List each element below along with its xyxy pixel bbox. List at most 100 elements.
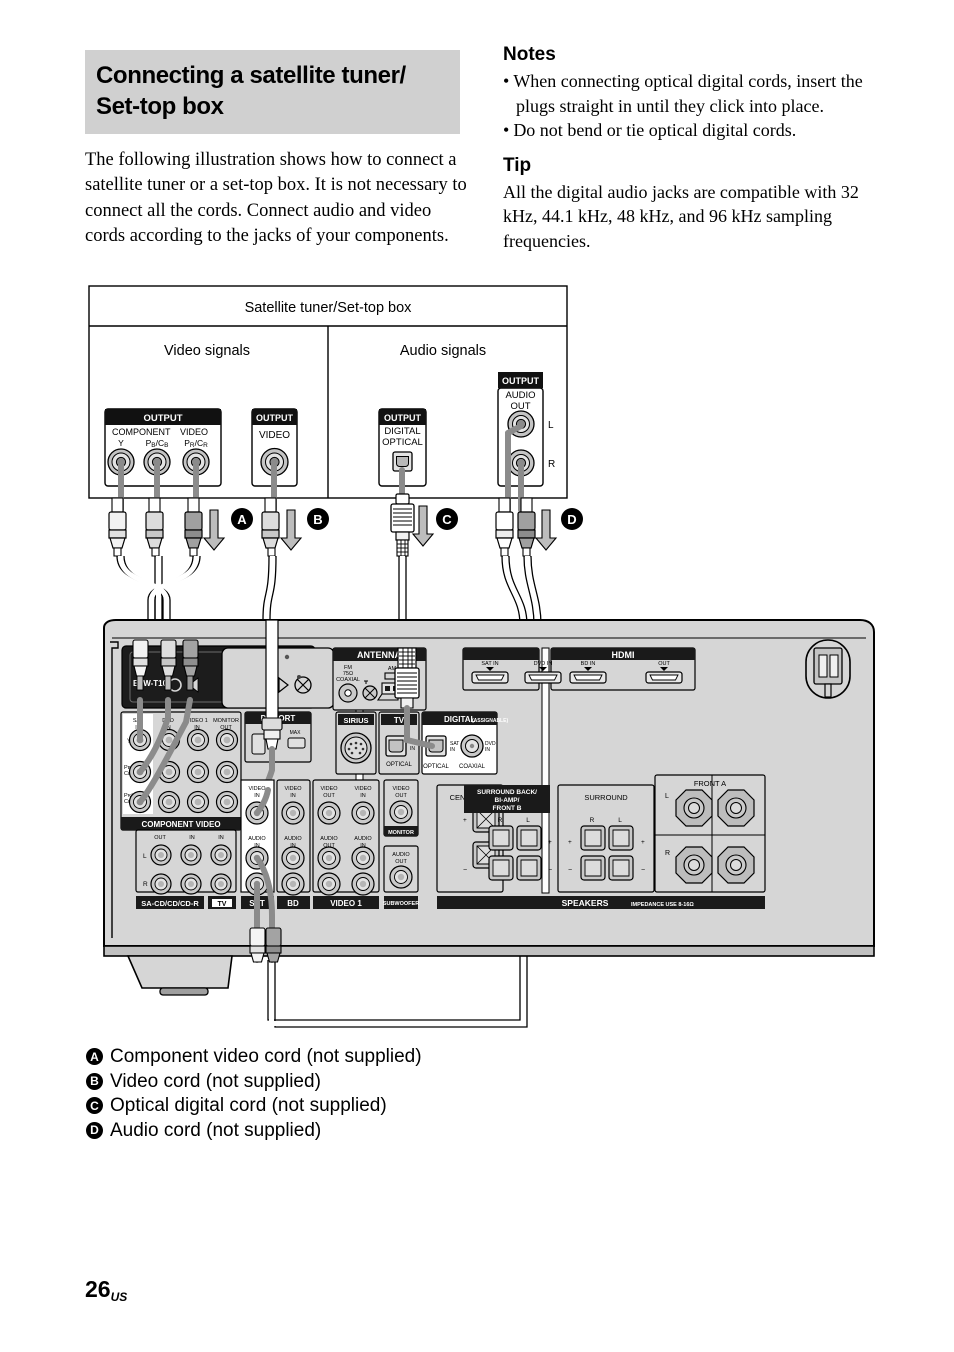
lr-label-l: L (143, 853, 147, 860)
hdmi-port (645, 671, 683, 684)
speaker-terminal (608, 855, 634, 881)
sacd-in-label: IN (189, 835, 195, 841)
cord-badge-c-letter: C (442, 512, 452, 527)
device-title: Satellite tuner/Set-top box (245, 300, 413, 316)
legend-badge-b: B (86, 1072, 103, 1090)
rca-jack (210, 844, 232, 866)
rca-jack-right (507, 449, 535, 477)
bullet-icon: • (503, 71, 510, 91)
ezw-module-slot: EZW-T100 (121, 645, 316, 709)
speakers-impedance: IMPEDANCE USE 8-16Ω (631, 902, 694, 908)
v1-audio-in-label2: IN (360, 843, 366, 849)
right-text-column: Notes • When connecting optical digital c… (503, 44, 883, 253)
surround-back-line1: SURROUND BACK/ (477, 789, 537, 796)
binding-post (717, 846, 755, 884)
cord-badge-d (561, 508, 583, 530)
rca-jack (157, 760, 181, 784)
speaker-plus-3: + (568, 839, 572, 846)
component-video-title: COMPONENT VIDEO (141, 820, 220, 829)
v1-video-out-label: VIDEO (320, 786, 338, 792)
antenna-coaxial: COAXIAL (336, 677, 360, 683)
panel-divider-rail (355, 647, 550, 894)
tuner-cord-stubs (118, 423, 524, 513)
sirius-section: SIRIUS (335, 711, 377, 775)
bd-group-label: BD (287, 899, 299, 908)
jack-label-y: Y (118, 438, 124, 448)
manual-page: Connecting a satellite tuner/ Set-top bo… (0, 0, 954, 1352)
bd-audio-in-label: IN (290, 843, 296, 849)
v1-video-in-label2: IN (360, 793, 366, 799)
cord-plug-video: B (261, 497, 329, 557)
rca-plug-inserted (182, 639, 199, 691)
cv-dvd-label: DVD (162, 718, 174, 724)
surround-back-line3: FRONT B (493, 805, 522, 812)
cv-row-y: Y (127, 739, 131, 745)
speakers-section: CENTER + − SURROUND BACK/ BI-AMP/ FRONT … (436, 774, 766, 909)
rca-plug (184, 497, 203, 557)
intro-paragraph: The following illustration shows how to … (85, 150, 467, 247)
digital-assignable-label: (ASSIGNABLE) (472, 718, 508, 724)
page-title-line2: Set-top box (96, 93, 224, 120)
subwoofer-audio-label: AUDIO (392, 852, 410, 858)
rca-jack (107, 448, 135, 476)
tuner-video-jack-group: OUTPUT VIDEO (251, 408, 298, 487)
rca-jack-left (507, 410, 535, 438)
video-signals-label: Video signals (164, 343, 250, 359)
cord-legend: A Component video cord (not supplied) B … (86, 1045, 606, 1143)
dmport-plug (255, 619, 283, 815)
ezw-label: EZW-T100 (133, 679, 172, 688)
rca-jack (150, 844, 172, 866)
rca-jack (215, 760, 239, 784)
bd-audio-label: AUDIO (284, 836, 302, 842)
insert-arrow-icon (411, 505, 435, 547)
rca-jack (389, 800, 413, 824)
sat-audio-label: AUDIO (248, 836, 266, 842)
sacd-group-label: SA-CD/CD/CD-R (141, 899, 199, 908)
legend-item: B Video cord (not supplied) (86, 1070, 606, 1095)
tv-in-label: IN (410, 746, 415, 752)
sat-inserted-cords (249, 787, 282, 963)
rca-jack (281, 872, 305, 896)
left-text-column: Connecting a satellite tuner/ Set-top bo… (85, 50, 470, 250)
inserted-component-plugs (132, 639, 199, 805)
tv-title: TV (394, 716, 405, 725)
digital-dvd-label: DVD (485, 741, 496, 747)
hdmi-dvd-in-label: DVD IN (534, 661, 553, 667)
rca-jack-video (245, 801, 269, 825)
rca-jack (210, 873, 232, 895)
sat-video-in-label: IN (254, 793, 260, 799)
v1-video-out-label2: OUT (323, 793, 335, 799)
tip-heading: Tip (503, 154, 532, 176)
tuner-audio-out-jack-group: OUTPUT AUDIO OUT L R (497, 372, 555, 487)
digital-dvd-in-label: IN (485, 747, 490, 753)
rca-jack (180, 844, 202, 866)
rca-plug (145, 497, 164, 557)
rca-plug-inserted (265, 927, 282, 963)
page-region-suffix: US (110, 1290, 128, 1304)
speaker-terminal (488, 855, 514, 881)
rca-jack (143, 448, 171, 476)
jack-label-out: OUT (510, 401, 530, 412)
optical-plug-inserted (394, 647, 435, 749)
speakers-title: SPEAKERS (562, 898, 609, 908)
hdmi-out-label: OUT (658, 661, 670, 667)
fa-r-label: R (665, 850, 670, 857)
rca-jack (351, 801, 375, 825)
rca-jack (215, 790, 239, 814)
rca-jack (317, 846, 341, 870)
rca-jack-audio-l (245, 846, 269, 870)
insert-arrow-icon (279, 509, 303, 551)
rca-jack (389, 865, 413, 889)
notes-heading: Notes (503, 44, 556, 65)
rca-plug (495, 497, 514, 557)
cv-dvd-in-label: IN (165, 725, 171, 731)
monitor-label: MONITOR (388, 830, 414, 836)
insert-arrow-icon (534, 509, 558, 551)
hdmi-title: HDMI (612, 650, 635, 660)
bd-video-label: VIDEO (284, 786, 302, 792)
jack-label-pb: PB/CB (146, 438, 169, 449)
legend-badge-c: C (86, 1097, 103, 1114)
cord-plugs-component: A (108, 497, 253, 557)
hdmi-section: SAT IN HDMI DVD IN BD IN OUT (462, 647, 696, 691)
